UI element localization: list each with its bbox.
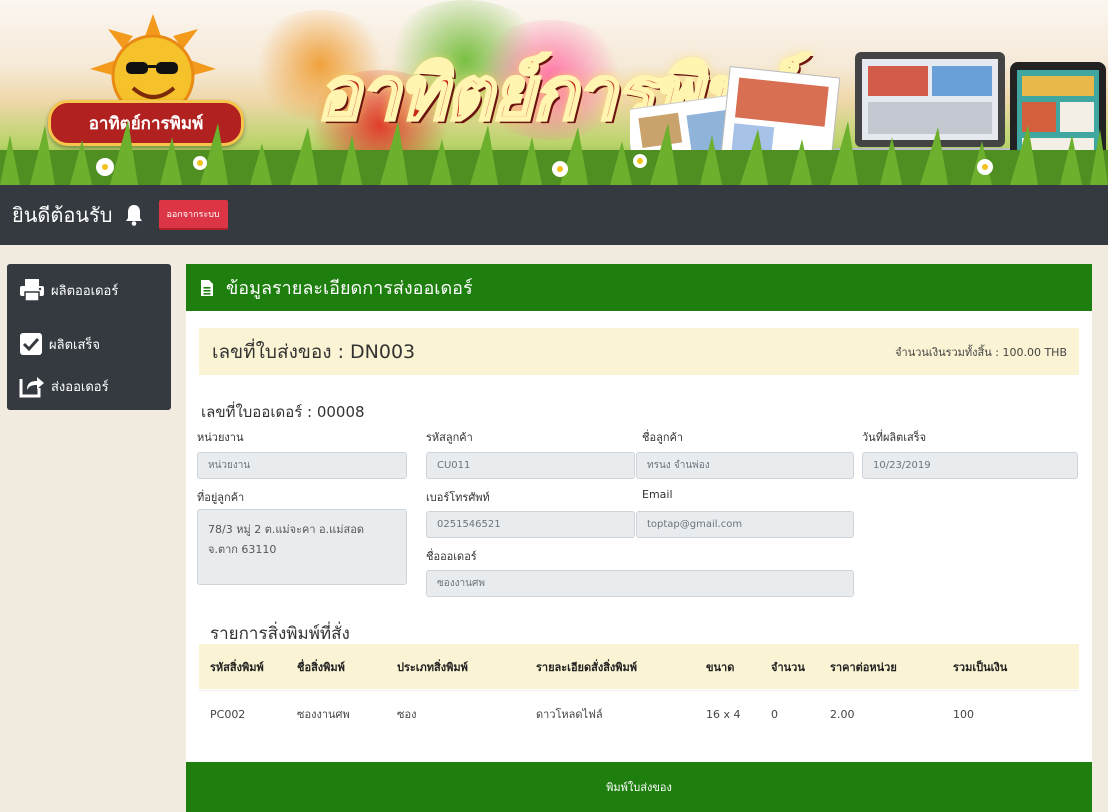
email-label: Email	[642, 488, 673, 501]
column-header: ประเภทสิ่งพิมพ์	[397, 660, 468, 674]
address-label: ที่อยู่ลูกค้า	[197, 491, 245, 504]
grass-decoration-icon	[0, 120, 1108, 185]
panel-title: ข้อมูลรายละเอียดการส่งออเดอร์	[226, 278, 473, 299]
customer-name-field[interactable]: ทรนง จำนพ่อง	[636, 452, 854, 479]
panel-header: ข้อมูลรายละเอียดการส่งออเดอร์	[186, 264, 1092, 311]
customer-name-label: ชื่อลูกค้า	[642, 431, 684, 444]
sidebar-item-send-order[interactable]: ส่งออเดอร์	[19, 374, 109, 398]
column-header: ชื่อสิ่งพิมพ์	[297, 660, 345, 674]
address-field[interactable]: 78/3 หมู่ 2 ต.แม่จะคา อ.แม่สอด จ.ตาก 631…	[197, 509, 407, 585]
order-name-field[interactable]: ซองงานศพ	[426, 570, 854, 597]
table-cell: 2.00	[830, 707, 855, 721]
welcome-text: ยินดีต้อนรับ	[12, 203, 113, 227]
finish-date-field[interactable]: 10/23/2019	[862, 452, 1078, 479]
table-header: รหัสสิ่งพิมพ์ ชื่อสิ่งพิมพ์ ประเภทสิ่งพิ…	[199, 644, 1079, 689]
items-section-title: รายการสิ่งพิมพ์ที่สั่ง	[210, 624, 350, 644]
finish-date-label: วันที่ผลิตเสร็จ	[862, 431, 927, 444]
table-cell: 16 x 4	[706, 707, 741, 721]
phone-label: เบอร์โทรศัพท์	[426, 491, 490, 504]
bell-icon[interactable]	[125, 204, 143, 226]
customer-code-field[interactable]: CU011	[426, 452, 635, 479]
print-delivery-button[interactable]: พิมพ์ใบส่งของ	[186, 762, 1092, 812]
table-cell: 100	[953, 707, 974, 721]
delivery-number: เลขที่ใบส่งของ : DN003	[212, 340, 416, 363]
share-icon	[19, 377, 44, 398]
table-cell: 0	[771, 707, 778, 721]
sidebar-item-label: ผลิตเสร็จ	[49, 337, 101, 353]
order-number: เลขที่ใบออเดอร์ : 00008	[201, 403, 365, 421]
document-icon	[201, 279, 213, 296]
sidebar: ผลิตออเดอร์ ผลิตเสร็จ ส่งออเดอร์	[7, 264, 171, 410]
email-field[interactable]: toptap@gmail.com	[636, 511, 854, 538]
column-header: ขนาด	[706, 660, 735, 674]
printer-icon	[20, 279, 44, 302]
sidebar-item-finished[interactable]: ผลิตเสร็จ	[19, 332, 100, 356]
delivery-summary: เลขที่ใบส่งของ : DN003 จำนวนเงินรวมทั้งส…	[199, 328, 1079, 375]
table-cell: ซอง	[397, 708, 417, 721]
column-header: จำนวน	[771, 660, 805, 674]
table-row: PC002 ซองงานศพ ซอง ดาวโหลดไฟล์ 16 x 4 0 …	[199, 690, 1079, 737]
phone-field[interactable]: 0251546521	[426, 511, 635, 538]
order-name-label: ชื่อออเดอร์	[426, 550, 477, 563]
checkbox-icon	[20, 333, 42, 355]
header-banner: อาทิตย์การพิมพ์ อาทิตย์การพิมพ์	[0, 0, 1108, 185]
order-detail-panel: เลขที่ใบส่งของ : DN003 จำนวนเงินรวมทั้งส…	[186, 311, 1092, 812]
column-header: รวมเป็นเงิน	[953, 660, 1008, 674]
top-navbar: ยินดีต้อนรับ ออกจากระบบ	[0, 185, 1108, 245]
unit-label: หน่วยงาน	[197, 431, 244, 444]
table-cell: ซองงานศพ	[297, 708, 350, 721]
column-header: รายละเอียดสั่งสิ่งพิมพ์	[536, 660, 638, 674]
table-cell: PC002	[210, 707, 246, 721]
sidebar-item-produce-order[interactable]: ผลิตออเดอร์	[19, 278, 118, 302]
sidebar-item-label: ส่งออเดอร์	[51, 379, 109, 395]
unit-field[interactable]: หน่วยงาน	[197, 452, 407, 479]
logout-button[interactable]: ออกจากระบบ	[158, 200, 228, 230]
sidebar-item-label: ผลิตออเดอร์	[51, 283, 119, 299]
column-header: ราคาต่อหน่วย	[830, 660, 897, 674]
column-header: รหัสสิ่งพิมพ์	[210, 660, 264, 674]
download-file-link[interactable]: ดาวโหลดไฟล์	[536, 691, 603, 737]
customer-code-label: รหัสลูกค้า	[426, 431, 473, 444]
total-amount: จำนวนเงินรวมทั้งสิ้น : 100.00 THB	[895, 345, 1067, 359]
